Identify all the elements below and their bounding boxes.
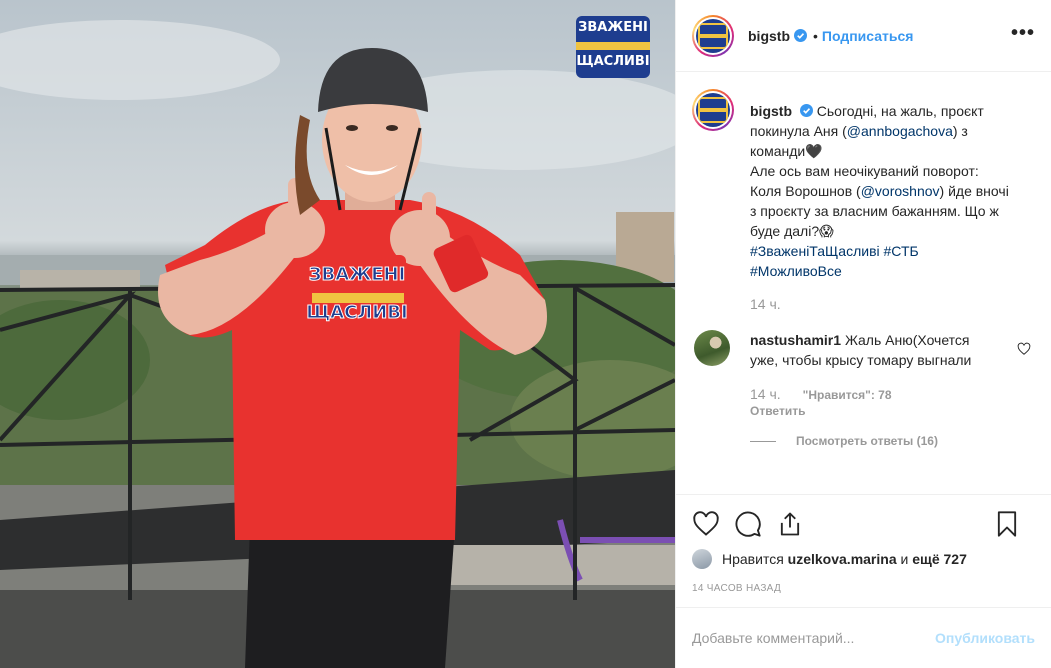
comment-input[interactable]	[692, 630, 936, 646]
likes-count[interactable]: ещё 727	[912, 551, 967, 567]
comment-time[interactable]: 14 ч.	[750, 386, 781, 402]
commenter-avatar[interactable]	[694, 330, 730, 366]
caption-username[interactable]: bigstb	[750, 103, 792, 119]
post-side-panel: bigstb • Подписаться ••• bigstb Сьогодні…	[675, 0, 1051, 668]
caption-time[interactable]: 14 ч.	[750, 296, 1035, 312]
caption-avatar-logo-icon	[698, 97, 728, 123]
caption-text: bigstb Сьогодні, на жаль, проєкт покинул…	[750, 89, 1012, 281]
shirt-logo: ЗВАЖЕНІ ЩАСЛИВІ	[305, 262, 409, 326]
post-header: bigstb • Подписаться •••	[676, 0, 1051, 72]
caption: bigstb Сьогодні, на жаль, проєкт покинул…	[692, 89, 1035, 281]
shirt-logo-line-2: ЩАСЛИВІ	[306, 302, 408, 324]
comment-item: nastushamir1 Жаль Аню(Хочется уже, чтобы…	[692, 330, 1035, 370]
hashtag-2[interactable]: #СТБ	[884, 243, 919, 259]
avatar-logo-icon	[698, 22, 728, 49]
likes-middle: и	[900, 551, 909, 567]
author-avatar[interactable]	[692, 14, 734, 57]
actions-bar: Нравится uzelkova.marina и ещё 727 14 ча…	[676, 494, 1051, 606]
separator-dot: •	[813, 27, 818, 44]
hashtag-3[interactable]: #МожливоВсе	[750, 263, 842, 279]
verified-icon	[794, 29, 807, 42]
comment-likes[interactable]: "Нравится": 78	[803, 388, 892, 402]
publish-button[interactable]: Опубликовать	[935, 630, 1035, 646]
likes-line: Нравится uzelkova.marina и ещё 727	[692, 549, 1035, 569]
author-username[interactable]: bigstb	[748, 28, 790, 44]
caption-avatar[interactable]	[692, 89, 734, 131]
view-replies-button[interactable]: Посмотреть ответы (16)	[750, 434, 1035, 448]
action-icons	[692, 509, 1035, 539]
show-logo-line-1: ЗВАЖЕНІ	[578, 20, 648, 35]
share-icon[interactable]	[776, 510, 804, 538]
post-photo[interactable]: ЗВАЖЕНІ ЩАСЛИВІ ЗВАЖЕНІ ЩАСЛИВІ	[0, 0, 675, 668]
post-timestamp[interactable]: 14 часов назад	[692, 583, 1035, 594]
comments-list[interactable]: bigstb Сьогодні, на жаль, проєкт покинул…	[676, 73, 1051, 493]
more-icon[interactable]: •••	[1011, 23, 1035, 43]
reply-button[interactable]: Ответить	[750, 404, 1035, 418]
view-replies-line	[750, 440, 776, 442]
photo-scene	[0, 20, 675, 668]
liker-username[interactable]: uzelkova.marina	[788, 551, 897, 567]
heart-icon[interactable]	[692, 510, 720, 538]
show-logo-line-2: ЩАСЛИВІ	[576, 54, 650, 69]
liker-avatar[interactable]	[692, 549, 712, 569]
show-logo: ЗВАЖЕНІ ЩАСЛИВІ	[572, 6, 654, 84]
likes-prefix: Нравится	[722, 551, 784, 567]
comment-meta: 14 ч. "Нравится": 78	[750, 386, 1035, 402]
comment-text-block: nastushamir1 Жаль Аню(Хочется уже, чтобы…	[750, 330, 990, 370]
add-comment-bar: Опубликовать	[676, 607, 1051, 668]
follow-button[interactable]: Подписаться	[822, 28, 914, 44]
show-logo-badge	[576, 16, 650, 78]
shirt-logo-line-1: ЗВАЖЕНІ	[308, 264, 406, 286]
commenter-username[interactable]: nastushamir1	[750, 332, 841, 348]
caption-verified-icon	[799, 104, 813, 117]
view-replies-label: Посмотреть ответы (16)	[796, 434, 938, 448]
comment-heart-icon[interactable]	[1017, 342, 1031, 356]
mention-annbogachova[interactable]: @annbogachova	[847, 123, 953, 139]
comment-icon[interactable]	[734, 510, 762, 538]
mention-voroshnov[interactable]: @voroshnov	[861, 183, 940, 199]
bookmark-icon[interactable]	[993, 510, 1021, 538]
hashtag-1[interactable]: #ЗваженіТаЩасливі	[750, 243, 880, 259]
